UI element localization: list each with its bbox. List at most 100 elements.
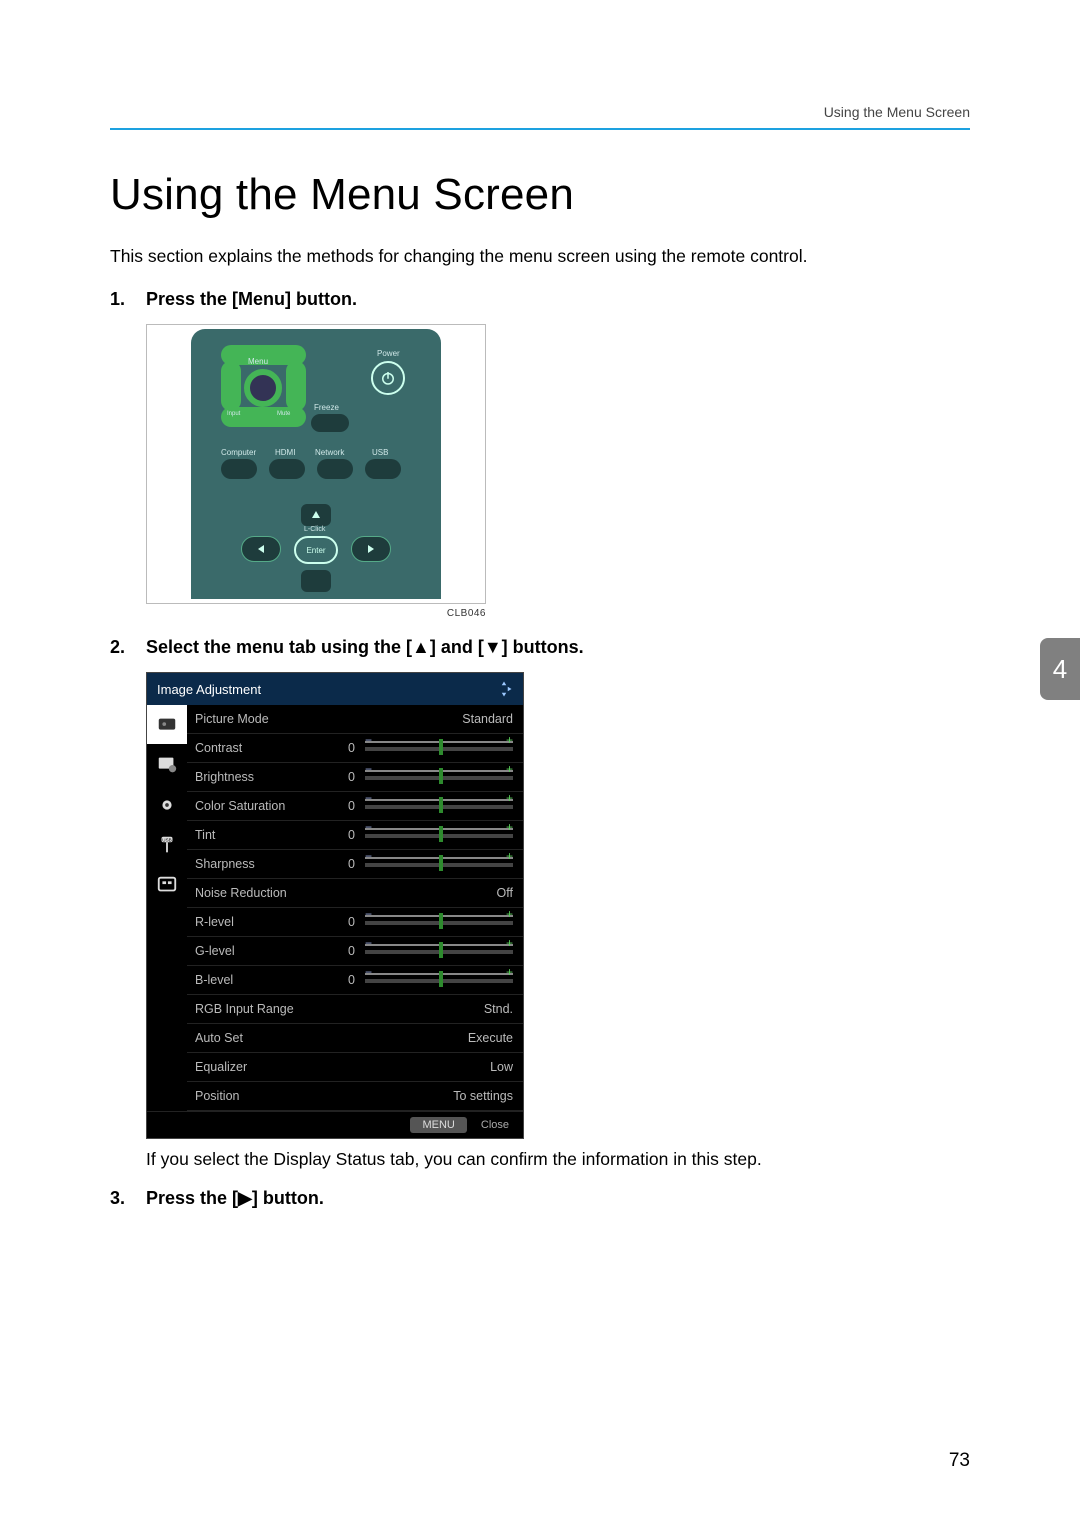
osd-row: Brightness0−+ <box>187 763 523 792</box>
arrow-up-icon <box>311 510 321 520</box>
osd-row: RGB Input RangeStnd. <box>187 995 523 1024</box>
step-2-title: Select the menu tab using the [▲] and [▼… <box>146 637 970 658</box>
osd-tab-network <box>147 865 187 905</box>
osd-row-rhs: Off <box>325 886 513 900</box>
step-1: Press the [Menu] button. Menu Input <box>146 289 970 619</box>
page-number: 73 <box>949 1450 970 1472</box>
osd-title-text: Image Adjustment <box>157 682 261 697</box>
osd-row-rhs: Stnd. <box>325 1002 513 1016</box>
image-adjust-icon <box>156 714 178 736</box>
remote-hdmi-button <box>269 459 305 479</box>
osd-row-label: Position <box>195 1089 325 1103</box>
osd-slider: −+ <box>365 770 513 784</box>
osd-tab-settings <box>147 785 187 825</box>
running-header: Using the Menu Screen <box>824 104 970 120</box>
osd-row: EqualizerLow <box>187 1053 523 1082</box>
slider-minus-icon: − <box>365 762 372 776</box>
osd-row-value: 0 <box>325 799 355 813</box>
step-3: Press the [▶] button. <box>146 1188 970 1209</box>
osd-row-value: 0 <box>325 857 355 871</box>
osd-slider: −+ <box>365 973 513 987</box>
osd-slider: −+ <box>365 799 513 813</box>
osd-row-label: Contrast <box>195 741 325 755</box>
osd-footer-close-text: Close <box>473 1117 517 1133</box>
figure-1-caption: CLB046 <box>146 608 486 619</box>
osd-tab-strip: USB <box>147 705 187 1111</box>
osd-row-label: Auto Set <box>195 1031 325 1045</box>
osd-row-value: 0 <box>325 770 355 784</box>
slider-plus-icon: + <box>506 849 513 863</box>
osd-row-label: Brightness <box>195 770 325 784</box>
gear-icon <box>156 794 178 816</box>
remote-freeze-button <box>311 414 349 432</box>
osd-footer: MENU Close <box>147 1111 523 1138</box>
osd-footer-menu-button: MENU <box>410 1117 466 1133</box>
osd-menu: Image Adjustment <box>146 672 524 1139</box>
osd-row-label: Noise Reduction <box>195 886 325 900</box>
slider-plus-icon: + <box>506 762 513 776</box>
osd-row-rhs: Standard <box>325 712 513 726</box>
slider-plus-icon: + <box>506 791 513 805</box>
osd-row: Tint0−+ <box>187 821 523 850</box>
remote-computer-label: Computer <box>221 448 256 457</box>
osd-slider: −+ <box>365 857 513 871</box>
svg-text:USB: USB <box>162 837 171 842</box>
remote-usb-button <box>365 459 401 479</box>
osd-row: Noise ReductionOff <box>187 879 523 908</box>
osd-row-label: Equalizer <box>195 1060 325 1074</box>
osd-row: Color Saturation0−+ <box>187 792 523 821</box>
osd-row-rhs: Low <box>325 1060 513 1074</box>
osd-row: Picture ModeStandard <box>187 705 523 734</box>
nav-arrows-icon <box>495 680 513 698</box>
remote-network-button <box>317 459 353 479</box>
network-icon <box>156 874 178 896</box>
remote-computer-button <box>221 459 257 479</box>
step-2-body: If you select the Display Status tab, yo… <box>146 1149 970 1170</box>
display-settings-icon <box>156 754 178 776</box>
osd-row-value: 0 <box>325 973 355 987</box>
page-title: Using the Menu Screen <box>110 170 970 220</box>
remote-dpad: L-Click Enter <box>241 504 391 594</box>
slider-minus-icon: − <box>365 791 372 805</box>
slider-minus-icon: − <box>365 733 372 747</box>
slider-minus-icon: − <box>365 820 372 834</box>
slider-minus-icon: − <box>365 936 372 950</box>
osd-items-list: Picture ModeStandardContrast0−+Brightnes… <box>187 705 523 1111</box>
remote-menu-button <box>244 369 282 407</box>
step-2: Select the menu tab using the [▲] and [▼… <box>146 637 970 1170</box>
remote-power-label: Power <box>377 349 400 358</box>
remote-freeze-label: Freeze <box>314 403 339 412</box>
step-1-title: Press the [Menu] button. <box>146 289 970 310</box>
osd-row: PositionTo settings <box>187 1082 523 1111</box>
osd-row-label: B-level <box>195 973 325 987</box>
remote-lclick-label: L-Click <box>304 526 325 533</box>
remote-down-button <box>301 570 331 592</box>
remote-left-button <box>241 536 281 562</box>
osd-tab-display <box>147 745 187 785</box>
remote-up-button <box>301 504 331 526</box>
osd-row: Auto SetExecute <box>187 1024 523 1053</box>
slider-minus-icon: − <box>365 965 372 979</box>
osd-row: R-level0−+ <box>187 908 523 937</box>
slider-plus-icon: + <box>506 733 513 747</box>
remote-menu-label: Menu <box>248 357 268 366</box>
osd-row-label: RGB Input Range <box>195 1002 325 1016</box>
osd-row-value: 0 <box>325 828 355 842</box>
remote-input-label: Input <box>227 411 240 417</box>
osd-row-label: Picture Mode <box>195 712 325 726</box>
osd-row-value: 0 <box>325 915 355 929</box>
arrow-left-icon <box>256 544 266 554</box>
osd-slider: −+ <box>365 915 513 929</box>
slider-minus-icon: − <box>365 907 372 921</box>
power-icon <box>379 369 397 387</box>
remote-hdmi-label: HDMI <box>275 448 295 457</box>
osd-row-label: Tint <box>195 828 325 842</box>
osd-row-label: Sharpness <box>195 857 325 871</box>
osd-row-label: G-level <box>195 944 325 958</box>
osd-row-value: 0 <box>325 944 355 958</box>
remote-usb-label: USB <box>372 448 388 457</box>
slider-plus-icon: + <box>506 907 513 921</box>
header-rule <box>110 128 970 130</box>
osd-tab-usb: USB <box>147 825 187 865</box>
osd-row-rhs: To settings <box>325 1089 513 1103</box>
